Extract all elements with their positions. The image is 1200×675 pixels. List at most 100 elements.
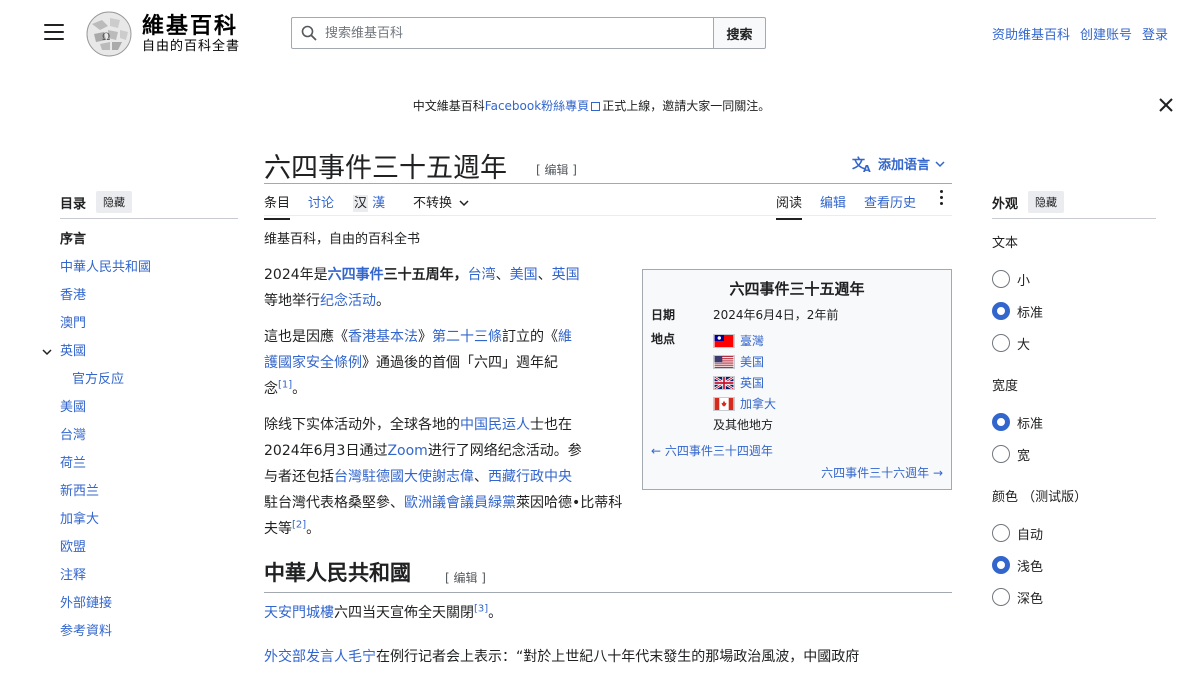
radio-text-large[interactable]: 大 [992,327,1043,359]
section-label: 宽度 [992,379,1019,394]
place-link[interactable]: 英国 [740,374,764,391]
page-tabs: 条目 讨论 汉 漢 不转换 阅读 编辑 查看历史 [264,184,952,220]
toc-subitem[interactable]: 官方反应 [60,370,151,398]
place-link[interactable]: 美国 [740,353,764,370]
toc-item[interactable]: 中華人民共和國 [60,258,151,286]
radio-color-dark[interactable]: 深色 [992,581,1087,613]
toc-item[interactable]: 美國 [60,398,151,426]
text: 。 [488,605,503,621]
reference-link[interactable]: [2] [292,519,306,530]
text: 在例行记者会上表示：“對於上世紀八十年代末發生的那場政治風波，中國政府 [376,649,860,665]
uk-flag-icon [713,375,735,390]
section-edit-link[interactable]: [ 编辑 ] [445,569,486,586]
link-security-ordinance[interactable]: 維 [558,329,572,345]
toc-item[interactable]: 新西兰 [60,482,151,510]
notice-suffix: 正式上線，邀請大家一同關注。 [602,99,771,113]
search-input[interactable] [325,25,705,41]
radio-circle [992,302,1010,320]
search-icon [301,25,317,41]
toc-item[interactable]: 香港 [60,286,151,314]
radio-width-standard[interactable]: 标准 [992,406,1043,438]
next-anniversary-link[interactable]: 六四事件三十六週年 → [821,464,943,481]
login-link[interactable]: 登录 [1142,24,1168,43]
toc-item[interactable]: 加拿大 [60,510,151,538]
tab-edit[interactable]: 编辑 [820,192,846,211]
toc-item[interactable]: 台灣 [60,426,151,454]
color-section: 颜色 （测试版） 自动 浅色 深色 [992,486,1087,613]
appearance-header: 外观 隐藏 [992,191,1065,213]
toc-list: 序言 中華人民共和國 香港 澳門 英國 官方反应 美國 台灣 荷兰 新西兰 加拿… [42,230,151,650]
toc-item[interactable]: 注释 [60,566,151,594]
notice-prefix: 中文維基百科 [412,99,485,113]
paragraph: 2024年是六四事件三十五周年，台湾、美国、英国 等地举行纪念活动。 [264,262,624,314]
link-ambassador[interactable]: 台灣駐德國大使謝志偉 [334,469,474,485]
tab-talk[interactable]: 讨论 [308,192,334,211]
svg-text:Ω: Ω [102,32,110,43]
tab-read[interactable]: 阅读 [776,192,803,220]
radio-width-wide[interactable]: 宽 [992,438,1043,470]
close-icon[interactable] [1158,97,1174,113]
add-languages-button[interactable]: 文 A 添加语言 [852,154,945,173]
link-article-23[interactable]: 第二十三條 [432,329,502,345]
toc-hide-button[interactable]: 隐藏 [96,191,133,213]
infobox-label: 日期 [651,308,676,322]
link-uk[interactable]: 英国 [552,267,580,283]
link-tibet-admin[interactable]: 西藏行政中央 [488,469,572,485]
text: 等地举行 [264,293,320,309]
radio-color-light[interactable]: 浅色 [992,549,1087,581]
toc-item[interactable]: 参考資料 [60,622,151,650]
radio-text-standard[interactable]: 标准 [992,295,1043,327]
variant-menu[interactable]: 不转换 [413,192,469,211]
user-links: 资助维基百科 创建账号 登录 [992,24,1168,43]
tab-article[interactable]: 条目 [264,192,291,220]
search-button[interactable]: 搜索 [714,17,766,49]
variant-switcher[interactable]: 汉 漢 [353,192,385,212]
radio-color-auto[interactable]: 自动 [992,517,1087,549]
text: 、 [495,267,510,283]
tab-history[interactable]: 查看历史 [864,192,916,211]
facebook-link[interactable]: Facebook粉絲專頁 [485,99,589,113]
toc-item[interactable]: 外部鏈接 [60,594,151,622]
place-link[interactable]: 臺灣 [740,332,764,349]
link-zoom[interactable]: Zoom [387,443,427,459]
more-tools-icon[interactable] [940,190,946,208]
logo-subtitle: 自由的百科全書 [142,39,241,54]
radio-circle [992,524,1010,542]
reference-link[interactable]: [1] [278,379,292,390]
link-memorial[interactable]: 纪念活动 [320,293,376,309]
link-spokesperson[interactable]: 外交部发言人毛宁 [264,649,376,665]
toc-item[interactable]: 荷兰 [60,454,151,482]
toc-item[interactable]: 欧盟 [60,538,151,566]
previous-anniversary-link[interactable]: ← 六四事件三十四週年 [651,442,773,459]
link-tiananmen-gate[interactable]: 天安門城樓 [264,605,334,621]
variant-traditional[interactable]: 漢 [372,196,385,211]
link-taiwan[interactable]: 台湾 [468,267,496,283]
radio-circle [992,413,1010,431]
link-greens-mep[interactable]: 歐洲議會議員緑黨 [404,495,516,511]
link-basic-law[interactable]: 香港基本法 [348,329,418,345]
main-menu-button[interactable] [44,24,64,40]
toc-item-label[interactable]: 英國 [60,344,86,359]
donate-link[interactable]: 资助维基百科 [992,24,1070,43]
place-link[interactable]: 加拿大 [740,395,776,412]
link-usa[interactable]: 美国 [510,267,538,283]
chevron-down-icon[interactable] [42,347,52,357]
title-edit-link[interactable]: [ 编辑 ] [536,161,577,178]
radio-text-small[interactable]: 小 [992,263,1043,295]
text: 》通過後的首個「六四」週年紀 [362,355,558,371]
menu-bar [44,38,64,40]
wikipedia-logo[interactable]: Ω 維基百科 自由的百科全書 [84,10,240,58]
reference-link[interactable]: [3] [474,603,488,614]
variant-simplified[interactable]: 汉 [353,195,369,212]
create-account-link[interactable]: 创建账号 [1080,24,1132,43]
link-security-ordinance[interactable]: 護國家安全條例 [264,355,362,371]
toc-header: 目录 隐藏 [60,191,133,213]
chevron-down-icon [459,200,469,207]
toc-item[interactable]: 序言 [60,230,151,258]
search-box[interactable] [291,17,714,49]
link-june-fourth[interactable]: 六四事件 [328,267,384,283]
appearance-hide-button[interactable]: 隐藏 [1028,191,1065,213]
variant-menu-label: 不转换 [413,196,453,211]
link-democracy-activists[interactable]: 中国民运人 [460,417,530,433]
toc-item[interactable]: 澳門 [60,314,151,342]
